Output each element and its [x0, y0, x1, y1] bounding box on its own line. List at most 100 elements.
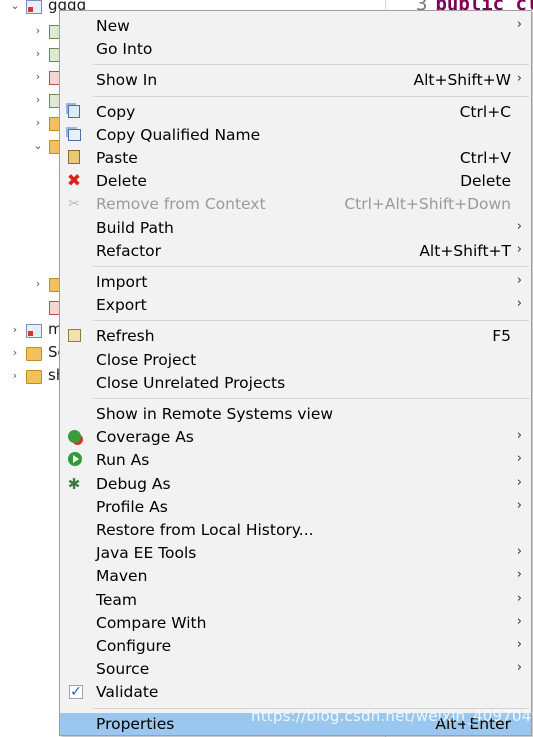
menu-item-refresh[interactable]: Refresh F5 — [60, 325, 531, 347]
menu-item-shortcut: Alt+Enter — [435, 714, 511, 733]
menu-item-validate[interactable]: ✓ Validate — [60, 681, 531, 703]
menu-item-label: Paste — [96, 149, 138, 167]
menu-item-label: Go Into — [96, 40, 153, 59]
submenu-arrow-icon: › — [516, 218, 522, 234]
submenu-arrow-icon: › — [516, 497, 522, 513]
menu-separator — [93, 64, 529, 66]
chevron-right-icon[interactable]: › — [31, 70, 45, 84]
menu-item-delete[interactable]: ✖ Delete Delete — [60, 170, 531, 192]
paste-icon — [68, 150, 80, 164]
menu-item-label: Refresh — [96, 327, 155, 346]
menu-separator — [93, 266, 529, 267]
submenu-arrow-icon: › — [516, 71, 522, 87]
menu-item-debug-as[interactable]: ✱ Debug As › — [60, 473, 531, 495]
menu-item-run-as[interactable]: Run As › — [60, 449, 531, 471]
menu-item-source[interactable]: Source › — [60, 658, 531, 680]
menu-item-label: Export — [96, 296, 147, 315]
menu-item-shortcut: Ctrl+C — [459, 102, 511, 121]
menu-item-team[interactable]: Team › — [60, 589, 531, 611]
menu-item-refactor[interactable]: Refactor Alt+Shift+T › — [60, 240, 531, 262]
menu-item-label: Remove from Context — [96, 195, 266, 214]
menu-item-coverage-as[interactable]: Coverage As › — [60, 426, 531, 448]
folder-icon — [26, 370, 42, 384]
menu-item-label: New — [96, 17, 130, 35]
submenu-arrow-icon: › — [516, 296, 522, 312]
menu-item-label: Refactor — [96, 241, 162, 260]
menu-item-shortcut: Ctrl+Alt+Shift+Down — [344, 195, 511, 214]
menu-item-label: Debug As — [96, 474, 171, 493]
menu-item-shortcut: Delete — [460, 172, 511, 191]
validate-check-icon: ✓ — [69, 684, 83, 701]
menu-item-label: Copy — [96, 102, 136, 121]
menu-item-export[interactable]: Export › — [60, 294, 531, 316]
copy-qualified-name-icon — [68, 128, 81, 141]
menu-item-show-in[interactable]: Show In Alt+Shift+W › — [60, 69, 531, 91]
menu-item-shortcut: Alt+Shift+T — [419, 241, 511, 260]
menu-item-copy[interactable]: Copy Ctrl+C — [60, 101, 531, 123]
refresh-icon — [68, 329, 81, 343]
submenu-arrow-icon: › — [516, 273, 522, 288]
chevron-right-icon[interactable]: › — [8, 323, 22, 337]
menu-item-copy-qualified-name[interactable]: Copy Qualified Name — [60, 124, 531, 146]
menu-item-label: Maven — [96, 567, 148, 586]
menu-item-profile-as[interactable]: Profile As › — [60, 496, 531, 518]
menu-item-remove-from-context: ✂ Remove from Context Ctrl+Alt+Shift+Down — [60, 193, 531, 215]
proj-icon — [26, 0, 42, 14]
menu-item-label: Coverage As — [96, 428, 194, 447]
menu-separator — [93, 320, 529, 322]
debug-icon: ✱ — [67, 474, 81, 493]
submenu-arrow-icon: › — [516, 637, 522, 652]
submenu-arrow-icon: › — [516, 17, 522, 32]
submenu-arrow-icon: › — [516, 567, 522, 583]
chevron-down-icon[interactable]: ⌄ — [8, 0, 22, 13]
menu-item-label: Import — [96, 273, 148, 291]
menu-item-label: Build Path — [96, 218, 174, 237]
menu-item-go-into[interactable]: Go Into — [60, 38, 531, 60]
menu-item-restore-from-local-history[interactable]: Restore from Local History... — [60, 519, 531, 541]
menu-item-configure[interactable]: Configure › — [60, 635, 531, 657]
submenu-arrow-icon: › — [516, 544, 522, 560]
menu-item-import[interactable]: Import › — [60, 271, 531, 293]
menu-item-show-in-remote-systems-view[interactable]: Show in Remote Systems view — [60, 403, 531, 425]
menu-item-label: Compare With — [96, 613, 207, 632]
menu-separator — [93, 398, 529, 399]
menu-separator — [93, 707, 529, 709]
submenu-arrow-icon: › — [516, 590, 522, 606]
menu-item-label: Restore from Local History... — [96, 521, 314, 539]
menu-item-label: Run As — [96, 451, 150, 470]
menu-item-java-ee-tools[interactable]: Java EE Tools › — [60, 542, 531, 564]
submenu-arrow-icon: › — [516, 428, 522, 444]
submenu-arrow-icon: › — [516, 241, 522, 257]
copy-icon — [68, 104, 80, 118]
menu-separator — [93, 95, 529, 97]
menu-item-shortcut: Ctrl+V — [459, 149, 511, 167]
menu-item-close-unrelated-projects[interactable]: Close Unrelated Projects — [60, 372, 531, 394]
menu-item-maven[interactable]: Maven › — [60, 565, 531, 587]
chevron-right-icon[interactable]: › — [8, 369, 22, 383]
submenu-arrow-icon: › — [516, 660, 522, 676]
chevron-right-icon[interactable]: › — [31, 93, 45, 107]
menu-item-label: Validate — [96, 683, 159, 702]
menu-item-label: Close Unrelated Projects — [96, 373, 286, 392]
menu-item-compare-with[interactable]: Compare With › — [60, 612, 531, 634]
folder-icon — [26, 347, 42, 361]
menu-item-build-path[interactable]: Build Path › — [60, 217, 531, 239]
menu-item-label: Show In — [96, 71, 158, 90]
chevron-down-icon[interactable]: ⌄ — [31, 139, 45, 153]
chevron-right-icon[interactable]: › — [31, 47, 45, 61]
menu-item-new[interactable]: New › — [60, 15, 531, 37]
proj-icon — [26, 324, 42, 338]
menu-item-close-project[interactable]: Close Project — [60, 349, 531, 371]
menu-item-label: Java EE Tools — [96, 544, 197, 563]
chevron-right-icon[interactable]: › — [8, 346, 22, 360]
delete-icon: ✖ — [66, 171, 82, 192]
menu-item-properties[interactable]: Properties Alt+Enter — [60, 712, 531, 735]
menu-item-label: Profile As — [96, 497, 168, 516]
menu-item-label: Delete — [96, 172, 147, 191]
menu-item-paste[interactable]: Paste Ctrl+V — [60, 147, 531, 169]
chevron-right-icon[interactable]: › — [31, 116, 45, 130]
context-menu: New › Go Into Show In Alt+Shift+W › Copy Ctrl+C… — [59, 10, 532, 736]
chevron-right-icon[interactable]: › — [31, 24, 45, 38]
menu-item-label: Close Project — [96, 350, 197, 369]
chevron-right-icon[interactable]: › — [31, 277, 45, 291]
